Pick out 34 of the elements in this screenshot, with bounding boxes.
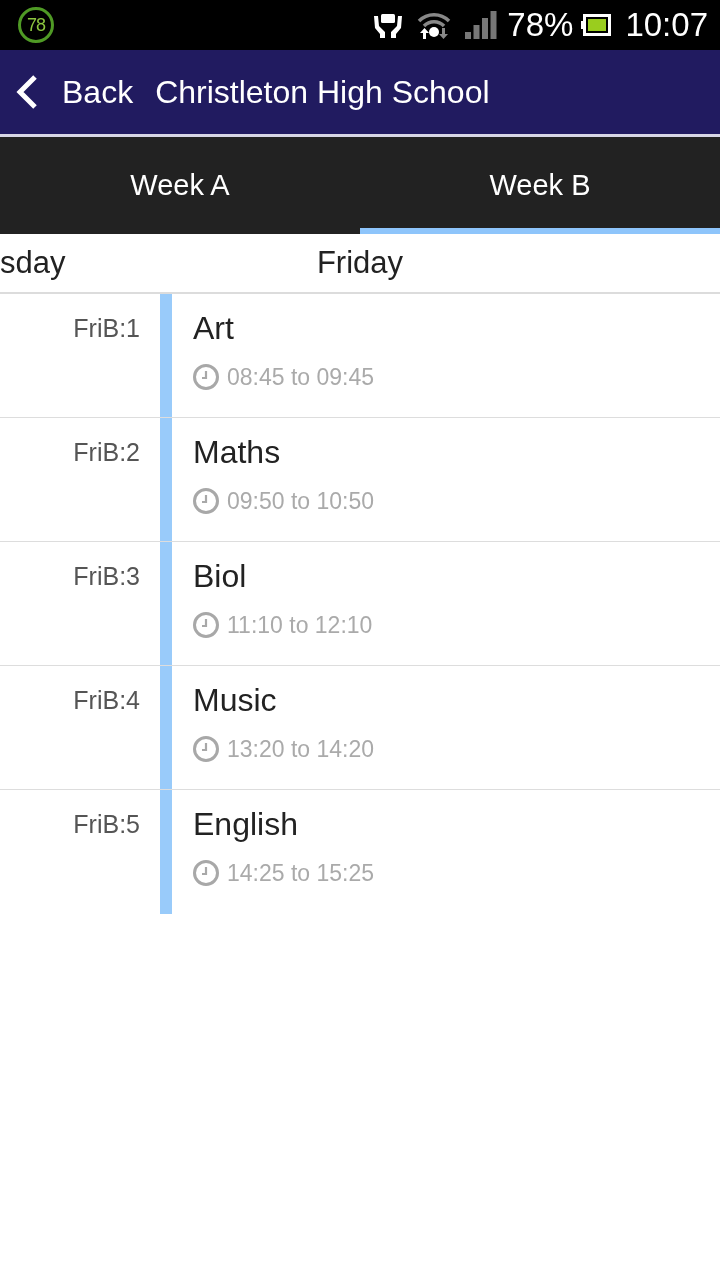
- clock-icon: [193, 612, 219, 638]
- subject-name: Biol: [193, 557, 248, 596]
- day-title: sday: [0, 245, 66, 281]
- period-time: 13:20 to 14:20: [227, 735, 375, 763]
- period-time: 09:50 to 10:50: [227, 487, 375, 515]
- chevron-left-icon: [16, 75, 38, 109]
- period-time: 08:45 to 09:45: [227, 363, 375, 391]
- back-button[interactable]: Back: [0, 62, 138, 122]
- week-tab[interactable]: Week B: [360, 137, 720, 234]
- period-label: FriB:5: [73, 810, 140, 838]
- app-title: Christleton High School: [155, 73, 490, 111]
- day-title: Friday: [316, 245, 404, 281]
- subject-name: Maths: [193, 433, 282, 472]
- period-label: FriB:4: [73, 686, 140, 714]
- battery-percent: 78%: [507, 5, 574, 45]
- subject-name: English: [193, 805, 299, 844]
- week-tab[interactable]: Week A: [0, 137, 360, 234]
- period-time: 14:25 to 15:25: [227, 859, 375, 887]
- clock-time: 10:07: [625, 5, 708, 45]
- period-label: FriB:3: [73, 562, 140, 590]
- subject-name: Art: [193, 309, 235, 348]
- battery-icon: [581, 14, 612, 36]
- period-label: FriB:1: [73, 314, 140, 342]
- clock-icon: [193, 488, 219, 514]
- clock-icon: [193, 364, 219, 390]
- hands-icon: [373, 12, 404, 38]
- clock-icon: [193, 860, 219, 886]
- ring-badge: 78: [18, 7, 54, 43]
- wifi-icon: [417, 11, 452, 39]
- period-time: 11:10 to 12:10: [227, 611, 373, 639]
- clock-icon: [193, 736, 219, 762]
- signal-icon: [465, 11, 498, 39]
- period-label: FriB:2: [73, 438, 140, 466]
- subject-name: Music: [193, 681, 278, 720]
